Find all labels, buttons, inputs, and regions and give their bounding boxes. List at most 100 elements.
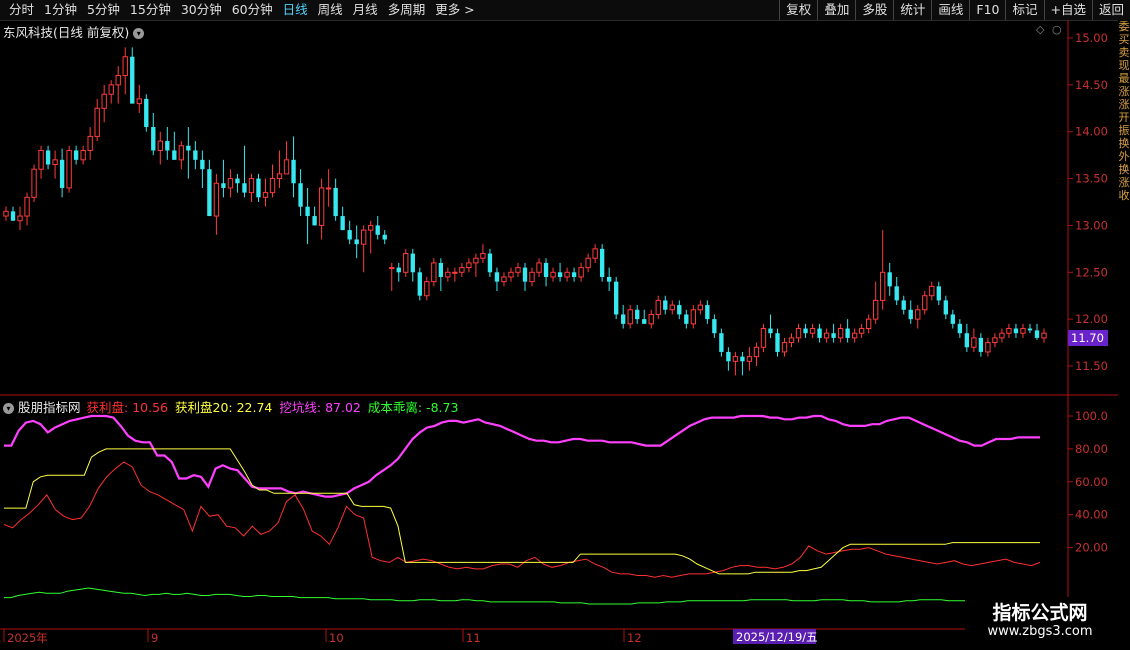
candle bbox=[200, 150, 205, 188]
candle bbox=[340, 206, 345, 231]
candle bbox=[571, 267, 577, 282]
candle bbox=[242, 145, 247, 198]
candle bbox=[578, 262, 584, 282]
indicator-name: 股朋指标网 bbox=[18, 400, 81, 415]
candle bbox=[221, 159, 226, 198]
watermark-url: www.zbgs3.com bbox=[987, 624, 1093, 639]
candle bbox=[663, 295, 668, 315]
candle bbox=[837, 323, 844, 343]
candle bbox=[94, 98, 100, 142]
candle bbox=[3, 206, 9, 221]
candle bbox=[459, 262, 465, 277]
indicator-value-0: 获利盘: 10.56 bbox=[86, 400, 168, 415]
candle bbox=[38, 145, 44, 179]
candle bbox=[318, 178, 325, 240]
candle bbox=[978, 333, 984, 357]
candle bbox=[136, 84, 142, 113]
candle bbox=[775, 328, 780, 357]
candle bbox=[873, 281, 879, 324]
candle bbox=[712, 314, 717, 338]
candle bbox=[858, 323, 865, 338]
candle bbox=[410, 248, 415, 282]
candle bbox=[396, 262, 401, 282]
candle bbox=[276, 150, 283, 188]
candle bbox=[901, 295, 906, 315]
indicator-y-axis: 100.0 80.00 60.00 40.00 20.00 bbox=[1068, 409, 1108, 555]
candle bbox=[291, 136, 296, 198]
candle bbox=[550, 267, 556, 282]
candle bbox=[795, 323, 802, 343]
candle bbox=[648, 309, 654, 329]
x-tick-label: 9 bbox=[151, 631, 158, 645]
candle bbox=[157, 131, 163, 165]
candle bbox=[908, 300, 913, 324]
candle bbox=[1006, 323, 1012, 338]
candle bbox=[354, 225, 359, 259]
price-tick-label: 12.50 bbox=[1075, 265, 1108, 279]
candle bbox=[207, 159, 212, 217]
candle bbox=[606, 267, 612, 292]
candle bbox=[333, 178, 338, 221]
candle bbox=[213, 173, 220, 235]
candle bbox=[529, 267, 535, 287]
candle bbox=[831, 323, 836, 343]
candle bbox=[361, 225, 367, 273]
candle bbox=[178, 141, 185, 170]
watermark-title: 指标公式网 bbox=[992, 602, 1088, 624]
indicator-line-2 bbox=[4, 448, 1040, 575]
price-tick-label: 13.00 bbox=[1075, 218, 1108, 232]
candle bbox=[655, 295, 661, 320]
candle bbox=[957, 319, 963, 338]
candle bbox=[438, 258, 444, 292]
side-panel-edge: 委买卖现最涨涨开振换外换涨收 bbox=[1118, 20, 1130, 630]
candle bbox=[845, 319, 850, 343]
candle bbox=[256, 173, 261, 202]
candle bbox=[999, 328, 1005, 343]
candle bbox=[823, 328, 830, 343]
price-tick-label: 15.00 bbox=[1075, 31, 1108, 45]
candle bbox=[865, 314, 872, 334]
candle bbox=[452, 267, 458, 282]
candle bbox=[936, 281, 941, 306]
x-tick-label: 10 bbox=[329, 631, 344, 645]
candle bbox=[515, 262, 521, 277]
top-right-icons[interactable]: ◇ ○ bbox=[1036, 23, 1062, 36]
candle bbox=[740, 351, 745, 376]
candle bbox=[964, 323, 970, 352]
candle bbox=[543, 258, 549, 287]
price-tick-label: 13.50 bbox=[1075, 172, 1108, 186]
candle bbox=[305, 187, 310, 245]
chevron-down-icon[interactable]: ▾ bbox=[133, 28, 145, 39]
candle bbox=[403, 248, 409, 277]
stock-chart: 15.00 14.50 14.00 13.50 13.00 12.50 12.00 11.50… bbox=[0, 20, 1118, 650]
candle bbox=[894, 276, 899, 306]
candle bbox=[971, 328, 977, 352]
watermark: 指标公式网 www.zbgs3.com bbox=[965, 597, 1130, 650]
x-axis: 2025年 9 10 11 12 2025/12/19/五 bbox=[3, 629, 818, 645]
candle bbox=[1027, 323, 1033, 334]
price-panel-title: 东风科技(日线 前复权) ▾ bbox=[3, 22, 145, 41]
candle bbox=[726, 347, 731, 371]
candle bbox=[635, 305, 640, 324]
candle bbox=[1034, 323, 1040, 340]
candle bbox=[536, 258, 542, 277]
price-tick-label: 11.50 bbox=[1075, 359, 1108, 373]
candle bbox=[985, 337, 991, 357]
candle bbox=[487, 248, 493, 277]
candle bbox=[746, 347, 753, 371]
candle bbox=[283, 141, 290, 175]
indicator-line-3 bbox=[4, 587, 1040, 605]
price-y-axis: 15.00 14.50 14.00 13.50 13.00 12.50 12.00 11.50 bbox=[1068, 31, 1108, 373]
candle bbox=[719, 328, 724, 357]
indicator-value-2: 挖坑线: 87.02 bbox=[279, 400, 361, 415]
candlesticks bbox=[3, 47, 1047, 376]
candle bbox=[817, 323, 822, 343]
candle bbox=[227, 169, 234, 198]
candle bbox=[10, 206, 16, 221]
indicator-tick-label: 40.00 bbox=[1075, 508, 1108, 522]
chevron-down-icon[interactable]: ▾ bbox=[3, 403, 14, 414]
candle bbox=[80, 145, 86, 165]
candle bbox=[115, 66, 121, 104]
price-tick-label: 14.00 bbox=[1075, 125, 1108, 139]
candle bbox=[375, 216, 380, 240]
